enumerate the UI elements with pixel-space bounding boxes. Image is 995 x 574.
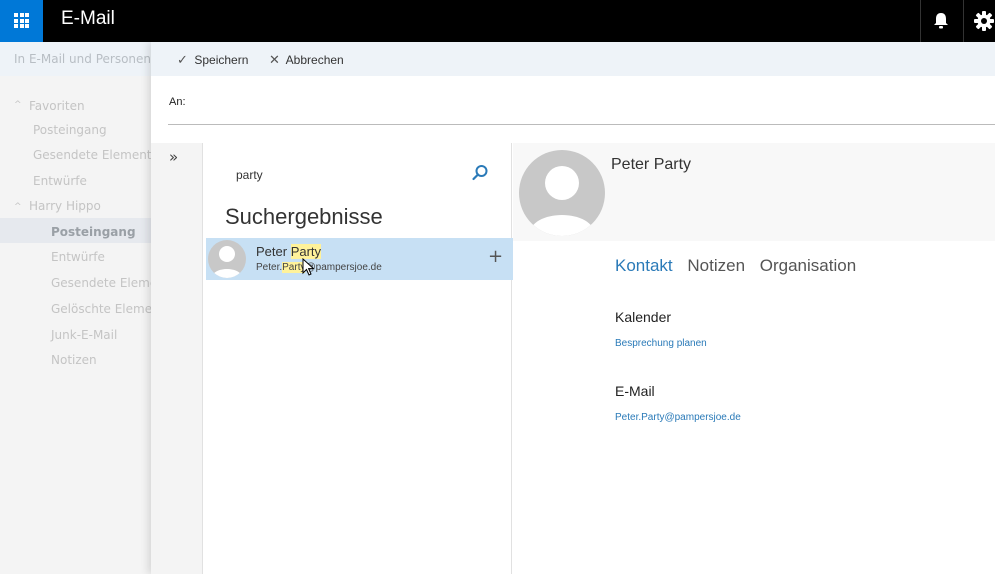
nav-item-drafts[interactable]: Entwürfe	[51, 250, 105, 264]
result-last-name-highlight: Party	[290, 244, 322, 259]
nav-item-junk[interactable]: Junk-E-Mail	[51, 328, 117, 342]
person-silhouette-icon	[212, 246, 242, 278]
app-launcher-button[interactable]	[0, 0, 43, 42]
people-search-input[interactable]: party	[236, 168, 263, 182]
app-title: E-Mail	[61, 8, 115, 29]
folder-group-favorites[interactable]: Favoriten	[29, 99, 85, 113]
save-button[interactable]: ✓ Speichern	[177, 52, 248, 68]
result-name: Peter Party	[256, 244, 322, 259]
contact-detail-pane: Peter Party Kontakt Notizen Organisation…	[513, 143, 995, 574]
nav-item-sent-fav[interactable]: Gesendete Elemente	[33, 148, 155, 162]
tab-notes[interactable]: Notizen	[687, 256, 745, 275]
result-email: Peter.Party@pampersjoe.de	[256, 262, 382, 273]
folder-group-account[interactable]: Harry Hippo	[29, 199, 101, 213]
checkmark-icon: ✓	[177, 52, 188, 67]
outlook-window: E-Mail In E-Mail und Personen su... ^ Fa…	[0, 0, 995, 574]
bell-icon[interactable]	[930, 11, 952, 31]
compose-toolbar: ✓ Speichern ✕ Abbrechen	[151, 42, 995, 76]
divider	[920, 0, 921, 42]
nav-item-inbox-fav[interactable]: Posteingang	[33, 123, 107, 137]
nav-item-inbox[interactable]: Posteingang	[0, 218, 155, 243]
to-field-input[interactable]	[168, 124, 995, 125]
collapse-caret-icon[interactable]: ^	[14, 202, 22, 212]
nav-item-deleted[interactable]: Gelöschte Elemente	[51, 302, 155, 316]
picker-collapse-column: »	[151, 143, 203, 574]
to-field-label: An:	[169, 96, 186, 108]
expand-chevron-icon[interactable]: »	[169, 148, 178, 166]
calendar-section-title: Kalender	[615, 309, 672, 325]
contact-tabs: Kontakt Notizen Organisation	[615, 256, 866, 276]
mouse-cursor-icon	[302, 258, 315, 276]
contact-avatar	[519, 150, 605, 236]
nav-item-drafts-fav[interactable]: Entwürfe	[33, 174, 87, 188]
cancel-button[interactable]: ✕ Abbrechen	[269, 52, 344, 68]
nav-item-label: Posteingang	[51, 225, 136, 239]
top-bar: E-Mail	[0, 0, 995, 42]
save-label: Speichern	[194, 53, 249, 67]
divider	[963, 0, 964, 42]
close-icon: ✕	[269, 52, 280, 67]
search-box[interactable]: In E-Mail und Personen su...	[0, 42, 155, 76]
result-email-suffix: @pampersjoe.de	[305, 262, 382, 273]
results-heading: Suchergebnisse	[225, 204, 383, 229]
nav-item-notes[interactable]: Notizen	[51, 353, 97, 367]
compose-panel: ✓ Speichern ✕ Abbrechen An: » party Such…	[151, 42, 995, 574]
tab-contact[interactable]: Kontakt	[615, 256, 673, 275]
gear-icon[interactable]	[973, 10, 995, 32]
nav-item-sent[interactable]: Gesendete Element	[51, 276, 155, 290]
avatar	[208, 240, 246, 278]
left-navigation: In E-Mail und Personen su... ^ Favoriten…	[0, 42, 155, 574]
schedule-meeting-link[interactable]: Besprechung planen	[615, 338, 707, 349]
contact-header: Peter Party	[513, 143, 995, 241]
people-picker: » party Suchergebnisse Peter Party Peter…	[151, 143, 995, 574]
result-first-name: Peter	[256, 244, 288, 259]
contact-email-link[interactable]: Peter.Party@pampersjoe.de	[615, 412, 741, 423]
search-results-pane: party Suchergebnisse Peter Party Peter.P…	[204, 143, 513, 574]
result-email-prefix: Peter.	[256, 262, 283, 273]
search-icon[interactable]	[470, 163, 490, 183]
search-result-row[interactable]: Peter Party Peter.Party@pampersjoe.de +	[206, 238, 513, 280]
app-launcher-icon	[14, 13, 29, 28]
email-section-title: E-Mail	[615, 383, 655, 399]
cancel-label: Abbrechen	[285, 53, 344, 67]
tab-organization[interactable]: Organisation	[760, 256, 856, 275]
add-recipient-button[interactable]: +	[488, 246, 503, 267]
search-placeholder: In E-Mail und Personen su...	[14, 52, 155, 66]
contact-name: Peter Party	[611, 156, 692, 173]
collapse-caret-icon[interactable]: ^	[14, 100, 22, 110]
person-silhouette-icon	[529, 166, 595, 236]
